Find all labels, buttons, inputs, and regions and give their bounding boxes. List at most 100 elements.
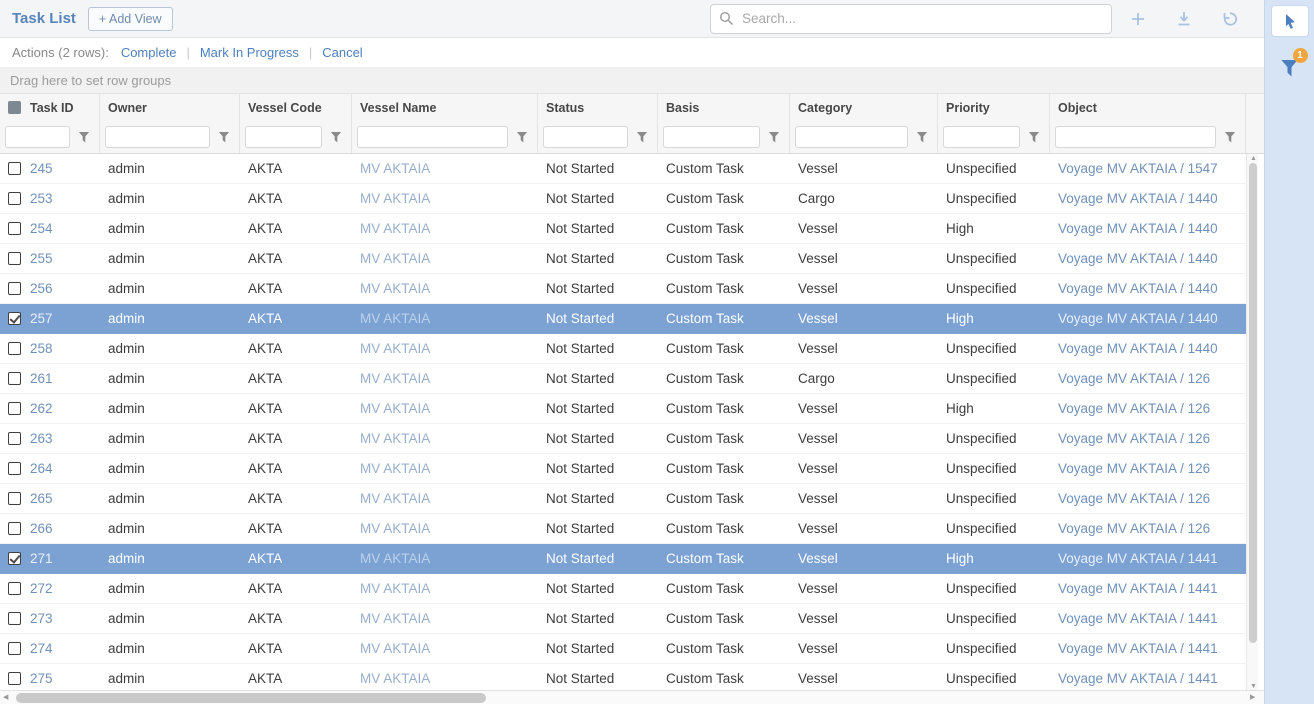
vessel-name-link[interactable]: MV AKTAIA [352, 154, 538, 183]
table-row[interactable]: 275 admin AKTA MV AKTAIA Not Started Cus… [0, 664, 1246, 690]
filter-menu-vessel-name[interactable] [512, 126, 532, 148]
task-id-link[interactable]: 261 [30, 371, 53, 386]
object-link[interactable]: Voyage MV AKTAIA / 1547 [1050, 154, 1246, 183]
row-checkbox[interactable] [8, 462, 21, 475]
table-row[interactable]: 274 admin AKTA MV AKTAIA Not Started Cus… [0, 634, 1246, 664]
column-header-basis[interactable]: Basis [658, 94, 790, 121]
action-complete[interactable]: Complete [121, 45, 177, 60]
table-row[interactable]: 271 admin AKTA MV AKTAIA Not Started Cus… [0, 544, 1246, 574]
filter-menu-owner[interactable] [214, 126, 234, 148]
object-link[interactable]: Voyage MV AKTAIA / 1441 [1050, 544, 1246, 573]
row-group-drop-zone[interactable]: Drag here to set row groups [0, 68, 1264, 94]
table-row[interactable]: 264 admin AKTA MV AKTAIA Not Started Cus… [0, 454, 1246, 484]
vessel-name-link[interactable]: MV AKTAIA [352, 484, 538, 513]
scroll-up-arrow[interactable]: ▲ [1250, 155, 1257, 162]
column-header-object[interactable]: Object [1050, 94, 1246, 121]
row-checkbox[interactable] [8, 282, 21, 295]
column-header-category[interactable]: Category [790, 94, 938, 121]
row-checkbox[interactable] [8, 402, 21, 415]
task-id-link[interactable]: 255 [30, 251, 53, 266]
vessel-name-link[interactable]: MV AKTAIA [352, 574, 538, 603]
column-header-priority[interactable]: Priority [938, 94, 1050, 121]
task-id-link[interactable]: 257 [30, 311, 53, 326]
object-link[interactable]: Voyage MV AKTAIA / 1441 [1050, 574, 1246, 603]
object-link[interactable]: Voyage MV AKTAIA / 126 [1050, 484, 1246, 513]
horizontal-scrollbar-thumb[interactable] [16, 693, 486, 703]
horizontal-scrollbar[interactable]: ◀ ▶ [0, 690, 1264, 704]
row-checkbox[interactable] [8, 192, 21, 205]
object-link[interactable]: Voyage MV AKTAIA / 1440 [1050, 184, 1246, 213]
task-id-link[interactable]: 262 [30, 401, 53, 416]
task-id-link[interactable]: 253 [30, 191, 53, 206]
filter-menu-task-id[interactable] [74, 126, 94, 148]
task-id-link[interactable]: 273 [30, 611, 53, 626]
column-header-vessel-name[interactable]: Vessel Name [352, 94, 538, 121]
vessel-name-link[interactable]: MV AKTAIA [352, 604, 538, 633]
task-id-link[interactable]: 258 [30, 341, 53, 356]
object-link[interactable]: Voyage MV AKTAIA / 1441 [1050, 604, 1246, 633]
table-row[interactable]: 258 admin AKTA MV AKTAIA Not Started Cus… [0, 334, 1246, 364]
vessel-name-link[interactable]: MV AKTAIA [352, 214, 538, 243]
row-checkbox[interactable] [8, 612, 21, 625]
task-id-link[interactable]: 271 [30, 551, 53, 566]
table-row[interactable]: 254 admin AKTA MV AKTAIA Not Started Cus… [0, 214, 1246, 244]
vessel-name-link[interactable]: MV AKTAIA [352, 544, 538, 573]
column-header-vessel-code[interactable]: Vessel Code [240, 94, 352, 121]
row-checkbox[interactable] [8, 342, 21, 355]
table-row[interactable]: 261 admin AKTA MV AKTAIA Not Started Cus… [0, 364, 1246, 394]
filter-input-task-id[interactable] [5, 126, 70, 148]
filter-menu-priority[interactable] [1024, 126, 1044, 148]
object-link[interactable]: Voyage MV AKTAIA / 126 [1050, 454, 1246, 483]
filter-input-object[interactable] [1055, 126, 1216, 148]
search-input[interactable] [740, 10, 1103, 27]
reset-button[interactable] [1220, 9, 1240, 29]
filter-menu-category[interactable] [912, 126, 932, 148]
row-checkbox[interactable] [8, 432, 21, 445]
export-button[interactable] [1174, 9, 1194, 29]
add-button[interactable] [1128, 9, 1148, 29]
row-checkbox[interactable] [8, 492, 21, 505]
add-view-button[interactable]: + Add View [88, 7, 173, 31]
column-header-owner[interactable]: Owner [100, 94, 240, 121]
scroll-right-arrow[interactable]: ▶ [1250, 694, 1255, 701]
table-row[interactable]: 262 admin AKTA MV AKTAIA Not Started Cus… [0, 394, 1246, 424]
filter-menu-basis[interactable] [764, 126, 784, 148]
vessel-name-link[interactable]: MV AKTAIA [352, 514, 538, 543]
table-row[interactable]: 273 admin AKTA MV AKTAIA Not Started Cus… [0, 604, 1246, 634]
task-id-link[interactable]: 275 [30, 671, 53, 686]
row-checkbox[interactable] [8, 162, 21, 175]
vessel-name-link[interactable]: MV AKTAIA [352, 184, 538, 213]
column-header-status[interactable]: Status [538, 94, 658, 121]
table-row[interactable]: 257 admin AKTA MV AKTAIA Not Started Cus… [0, 304, 1246, 334]
row-checkbox[interactable] [8, 522, 21, 535]
task-id-link[interactable]: 263 [30, 431, 53, 446]
object-link[interactable]: Voyage MV AKTAIA / 126 [1050, 514, 1246, 543]
filter-menu-object[interactable] [1220, 126, 1240, 148]
table-row[interactable]: 265 admin AKTA MV AKTAIA Not Started Cus… [0, 484, 1246, 514]
scroll-left-arrow[interactable]: ◀ [3, 694, 8, 701]
object-link[interactable]: Voyage MV AKTAIA / 1440 [1050, 304, 1246, 333]
filter-input-status[interactable] [543, 126, 628, 148]
filter-menu-status[interactable] [632, 126, 652, 148]
table-row[interactable]: 266 admin AKTA MV AKTAIA Not Started Cus… [0, 514, 1246, 544]
task-id-link[interactable]: 274 [30, 641, 53, 656]
vessel-name-link[interactable]: MV AKTAIA [352, 454, 538, 483]
vessel-name-link[interactable]: MV AKTAIA [352, 334, 538, 363]
filter-input-basis[interactable] [663, 126, 760, 148]
row-checkbox[interactable] [8, 552, 21, 565]
filter-panel-button[interactable]: 1 [1271, 53, 1309, 83]
filter-menu-vessel-code[interactable] [326, 126, 346, 148]
row-checkbox[interactable] [8, 252, 21, 265]
column-header-task-id[interactable]: Task ID [0, 94, 100, 121]
table-row[interactable]: 256 admin AKTA MV AKTAIA Not Started Cus… [0, 274, 1246, 304]
table-row[interactable]: 253 admin AKTA MV AKTAIA Not Started Cus… [0, 184, 1246, 214]
filter-input-owner[interactable] [105, 126, 210, 148]
object-link[interactable]: Voyage MV AKTAIA / 1440 [1050, 274, 1246, 303]
row-checkbox[interactable] [8, 372, 21, 385]
object-link[interactable]: Voyage MV AKTAIA / 1441 [1050, 634, 1246, 663]
table-row[interactable]: 272 admin AKTA MV AKTAIA Not Started Cus… [0, 574, 1246, 604]
filter-input-vessel-name[interactable] [357, 126, 508, 148]
object-link[interactable]: Voyage MV AKTAIA / 1440 [1050, 214, 1246, 243]
scroll-down-arrow[interactable]: ▼ [1250, 683, 1257, 690]
object-link[interactable]: Voyage MV AKTAIA / 126 [1050, 364, 1246, 393]
